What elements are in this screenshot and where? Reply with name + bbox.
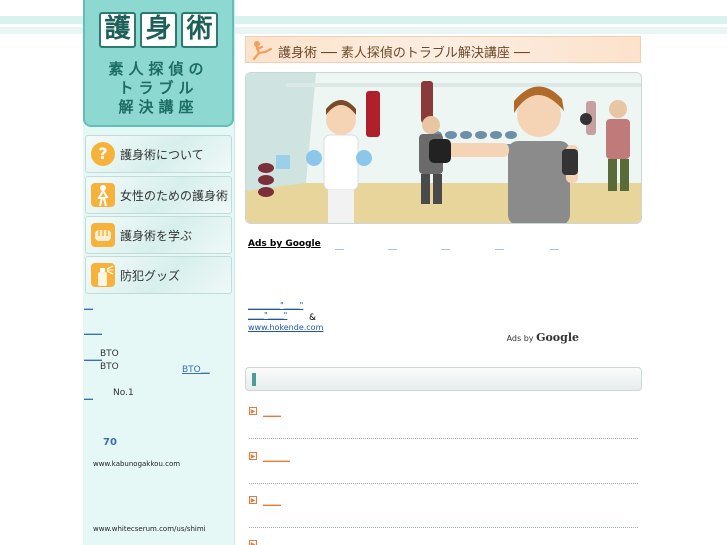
ad-body-link[interactable]: ＿＿"＿＿" bbox=[248, 310, 287, 321]
logo-char-1: 護 bbox=[99, 12, 136, 48]
ads-by-google-label[interactable]: Ads by Google bbox=[248, 239, 321, 249]
sidebar-link[interactable]: ＿ bbox=[84, 298, 93, 311]
page-title: 護身術 ── 素人探偵のトラブル解決講座 ── bbox=[278, 46, 530, 61]
fist-icon bbox=[91, 223, 115, 247]
list-item: ▶ ＿＿＿ bbox=[249, 450, 638, 484]
logo-subtitle-2: トラブル bbox=[118, 79, 199, 97]
logo-kanji: 護 身 術 bbox=[99, 12, 218, 48]
gym-scene-illustration bbox=[246, 73, 641, 223]
arrow-bullet-icon: ▶ bbox=[249, 496, 257, 504]
ad-unit: ＿＿＿＿"＿＿" ＿＿"＿＿" & www.hokende.com Ads by… bbox=[245, 300, 581, 344]
list-link[interactable]: ＿＿ bbox=[263, 494, 281, 507]
hero-illustration bbox=[245, 72, 642, 224]
sidebar-link[interactable]: ＿＿ bbox=[84, 323, 102, 336]
spray-icon bbox=[91, 263, 115, 287]
ads-by-google[interactable]: Ads by Google bbox=[507, 331, 579, 344]
ads-by-text: Ads by bbox=[506, 334, 534, 343]
ad-link[interactable]: ＿ bbox=[550, 239, 559, 252]
list-item: ▶ bbox=[249, 538, 638, 545]
nav-label: 防犯グッズ bbox=[120, 268, 181, 283]
ad-ampersand: & bbox=[309, 313, 317, 323]
list-link[interactable]: ＿＿＿ bbox=[263, 450, 290, 463]
sidebar-url[interactable]: www.kabunogakkou.com bbox=[93, 460, 180, 468]
nav-label: 護身術について bbox=[120, 147, 204, 162]
sidebar-text-70: 70 bbox=[103, 437, 117, 448]
ad-link[interactable]: ＿ bbox=[495, 239, 504, 252]
arrow-bullet-icon: ▶ bbox=[249, 452, 257, 460]
nav-label: 護身術を学ぶ bbox=[120, 228, 193, 243]
sidebar-text-bto: BTO bbox=[100, 362, 119, 372]
page-header: 護身術 ── 素人探偵のトラブル解決講座 ── bbox=[245, 36, 641, 63]
site-logo[interactable]: 護 身 術 素人探偵の トラブル 解決講座 bbox=[83, 0, 234, 127]
ad-links-bar: Ads by Google ＿ ＿ ＿ ＿ ＿ bbox=[245, 238, 581, 252]
nav-crime-prevention-goods[interactable]: 防犯グッズ bbox=[85, 256, 232, 294]
ad-link[interactable]: ＿ bbox=[388, 239, 397, 252]
nav-about-self-defense[interactable]: ? 護身術について bbox=[85, 135, 232, 173]
arrow-bullet-icon: ▶ bbox=[249, 407, 257, 415]
logo-subtitle-3: 解決講座 bbox=[118, 98, 199, 116]
ad-link[interactable]: ＿ bbox=[441, 239, 450, 252]
sidebar-url[interactable]: www.whitecserum.com/us/shimi bbox=[93, 525, 206, 533]
kick-figure-icon bbox=[252, 41, 272, 61]
ad-link[interactable]: ＿ bbox=[335, 239, 344, 252]
section-header bbox=[245, 367, 642, 391]
nav-learn-self-defense[interactable]: 護身術を学ぶ bbox=[85, 216, 232, 254]
question-icon: ? bbox=[91, 142, 115, 166]
list-link[interactable]: ＿＿ bbox=[263, 405, 281, 418]
nav-label: 女性のための護身術 bbox=[120, 188, 229, 203]
logo-subtitle-1: 素人探偵の bbox=[108, 60, 209, 78]
logo-char-3: 術 bbox=[181, 12, 218, 48]
ad-url[interactable]: www.hokende.com bbox=[248, 323, 323, 332]
sidebar-text-bto: BTO bbox=[100, 349, 119, 359]
page: 護 身 術 素人探偵の トラブル 解決講座 ? 護身術について 女性のための護身… bbox=[0, 0, 727, 545]
sidebar-link[interactable]: ＿ bbox=[84, 388, 93, 401]
sidebar-link-bto[interactable]: BTO＿ bbox=[182, 362, 210, 375]
logo-char-2: 身 bbox=[140, 12, 177, 48]
sidebar-text-no1: No.1 bbox=[113, 388, 134, 398]
list-item: ▶ ＿＿ bbox=[249, 405, 638, 439]
google-logo: Google bbox=[536, 331, 579, 344]
woman-figure-icon bbox=[91, 183, 115, 207]
arrow-bullet-icon: ▶ bbox=[249, 540, 257, 545]
nav-women-self-defense[interactable]: 女性のための護身術 bbox=[85, 176, 232, 214]
list-item: ▶ ＿＿ bbox=[249, 494, 638, 528]
section-marker bbox=[252, 373, 256, 386]
